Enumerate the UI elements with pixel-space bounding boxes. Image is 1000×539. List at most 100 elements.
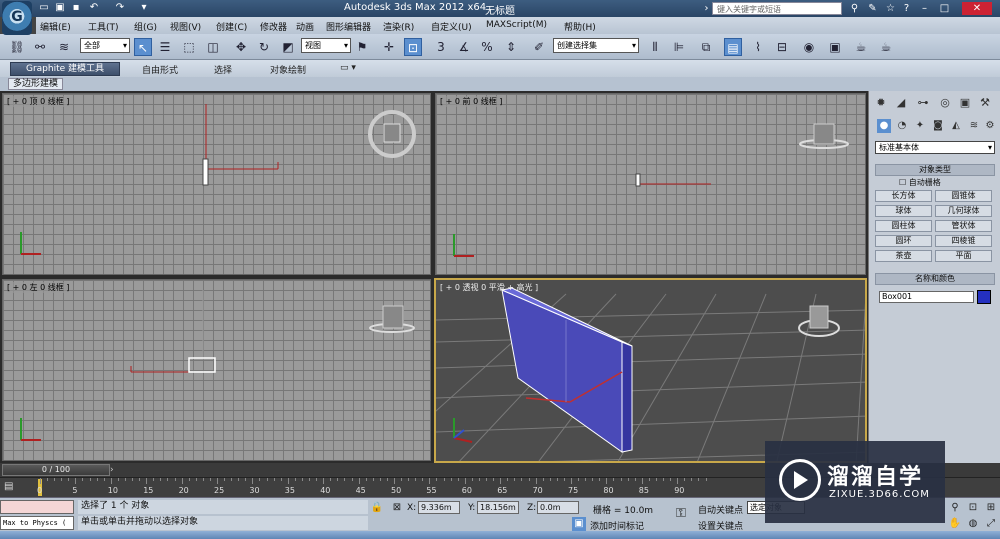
save-file-icon[interactable]: ▪: [70, 2, 82, 14]
viewport-perspective-label[interactable]: [ + 0 透视 0 平滑 + 高光 ]: [440, 282, 538, 293]
helpers-category-icon[interactable]: ◭: [949, 119, 963, 133]
maximize-icon[interactable]: □: [938, 2, 951, 15]
tab-selection[interactable]: 选择: [214, 63, 232, 76]
scale-icon[interactable]: ◩: [279, 38, 297, 56]
viewport-perspective[interactable]: [ + 0 透视 0 平滑 + 高光 ]: [434, 278, 867, 463]
object-type-rollout-header[interactable]: 对象类型: [875, 164, 995, 176]
create-tab-icon[interactable]: ✹: [873, 95, 889, 111]
viewport-left[interactable]: [ + 0 左 0 线框 ]: [2, 279, 431, 461]
material-editor-icon[interactable]: ◉: [800, 38, 818, 56]
display-tab-icon[interactable]: ▣: [957, 95, 973, 111]
link-icon[interactable]: ⛓: [8, 38, 26, 56]
box-button[interactable]: 长方体: [875, 190, 932, 202]
render-frame-icon[interactable]: ☕: [852, 38, 870, 56]
maxscript-listener-output[interactable]: [0, 500, 74, 514]
maximize-viewport-icon[interactable]: ⤢: [984, 517, 998, 531]
pyramid-button[interactable]: 四棱锥: [935, 235, 992, 247]
select-by-name-icon[interactable]: ☰: [156, 38, 174, 56]
viewport-left-label[interactable]: [ + 0 左 0 线框 ]: [7, 282, 70, 293]
maxscript-listener-input[interactable]: Max to Physcs (: [0, 516, 74, 530]
bind-space-warp-icon[interactable]: ≋: [55, 38, 73, 56]
open-file-icon[interactable]: ▣: [54, 2, 66, 14]
favorites-icon[interactable]: ☆: [884, 2, 897, 15]
mini-curve-editor-icon[interactable]: ▤: [4, 481, 18, 493]
rectangular-selection-icon[interactable]: ⬚: [180, 38, 198, 56]
pan-icon[interactable]: ✋: [948, 517, 962, 531]
render-setup-icon[interactable]: ▣: [826, 38, 844, 56]
auto-key-button[interactable]: 自动关键点: [698, 503, 743, 516]
motion-tab-icon[interactable]: ◎: [937, 95, 953, 111]
tab-object-paint[interactable]: 对象绘制: [270, 63, 306, 76]
systems-category-icon[interactable]: ⚙: [983, 119, 997, 133]
menu-graph-editors[interactable]: 图形编辑器: [326, 20, 371, 33]
teapot-button[interactable]: 茶壶: [875, 250, 932, 262]
tab-polygon-modeling[interactable]: 多边形建模: [8, 78, 64, 90]
new-file-icon[interactable]: ▭: [38, 2, 50, 14]
cone-button[interactable]: 圆锥体: [935, 190, 992, 202]
menu-view[interactable]: 视图(V): [170, 20, 201, 33]
unlink-icon[interactable]: ⚯: [31, 38, 49, 56]
menu-rendering[interactable]: 渲染(R): [383, 20, 414, 33]
select-manipulate-icon[interactable]: ✛: [380, 38, 398, 56]
selection-lock-icon[interactable]: 🔒: [370, 501, 384, 515]
next-frame-arrow-icon[interactable]: ›: [110, 464, 122, 476]
time-slider-thumb[interactable]: 0 / 100: [2, 464, 110, 476]
percent-snap-icon[interactable]: %: [478, 38, 496, 56]
binoculars-icon[interactable]: ⚲: [848, 2, 861, 15]
geosphere-button[interactable]: 几何球体: [935, 205, 992, 217]
primitive-category-dropdown[interactable]: 标准基本体: [875, 141, 995, 154]
tab-graphite-modeling[interactable]: Graphite 建模工具: [10, 62, 120, 76]
reference-coord-dropdown[interactable]: 视图: [301, 38, 351, 53]
time-tag-icon[interactable]: ▣: [572, 517, 586, 531]
curve-editor-icon[interactable]: ⌇: [749, 38, 767, 56]
cylinder-button[interactable]: 圆柱体: [875, 220, 932, 232]
layer-manager-icon[interactable]: ⧉: [697, 38, 715, 56]
menu-edit[interactable]: 编辑(E): [40, 20, 71, 33]
ribbon-options-icon[interactable]: ▭ ▾: [340, 63, 356, 73]
communication-center-icon[interactable]: ✎: [866, 2, 879, 15]
keyboard-shortcut-override-icon[interactable]: ⊡: [404, 38, 422, 56]
help-icon[interactable]: ?: [900, 2, 913, 15]
zoom-extents-icon[interactable]: ⊡: [966, 501, 980, 515]
graphite-toggle-icon[interactable]: ▤: [724, 38, 742, 56]
minimize-icon[interactable]: –: [918, 2, 931, 15]
menu-create[interactable]: 创建(C): [216, 20, 247, 33]
object-name-input[interactable]: Box001: [879, 291, 974, 303]
name-color-rollout-header[interactable]: 名称和颜色: [875, 273, 995, 285]
plane-button[interactable]: 平面: [935, 250, 992, 262]
menu-customize[interactable]: 自定义(U): [431, 20, 472, 33]
geometry-category-icon[interactable]: ●: [877, 119, 891, 133]
menu-tools[interactable]: 工具(T): [88, 20, 119, 33]
lights-category-icon[interactable]: ✦: [913, 119, 927, 133]
cameras-category-icon[interactable]: ◙: [931, 119, 945, 133]
menu-maxscript[interactable]: MAXScript(M): [486, 20, 547, 30]
render-production-icon[interactable]: ☕: [877, 38, 895, 56]
tab-freeform[interactable]: 自由形式: [142, 63, 178, 76]
redo-icon[interactable]: ↷: [114, 2, 126, 14]
viewport-top[interactable]: [ + 0 顶 0 线框 ]: [2, 93, 431, 275]
hierarchy-tab-icon[interactable]: ⊶: [915, 95, 931, 111]
snaps-toggle-icon[interactable]: 3: [432, 38, 450, 56]
menu-modifiers[interactable]: 修改器: [260, 20, 287, 33]
spinner-snap-icon[interactable]: ⇕: [502, 38, 520, 56]
schematic-view-icon[interactable]: ⊟: [773, 38, 791, 56]
torus-button[interactable]: 圆环: [875, 235, 932, 247]
zoom-extents-all-icon[interactable]: ⊞: [984, 501, 998, 515]
named-selection-dropdown[interactable]: 创建选择集: [553, 38, 639, 53]
utilities-tab-icon[interactable]: ⚒: [977, 95, 993, 111]
window-crossing-icon[interactable]: ◫: [204, 38, 222, 56]
tube-button[interactable]: 管状体: [935, 220, 992, 232]
viewport-front[interactable]: [ + 0 前 0 线框 ]: [435, 93, 866, 275]
rotate-icon[interactable]: ↻: [255, 38, 273, 56]
menu-group[interactable]: 组(G): [134, 20, 157, 33]
pivot-center-icon[interactable]: ⚑: [353, 38, 371, 56]
modify-tab-icon[interactable]: ◢: [893, 95, 909, 111]
z-coord-field[interactable]: 0.0m: [537, 501, 579, 514]
move-icon[interactable]: ✥: [232, 38, 250, 56]
menu-animation[interactable]: 动画: [296, 20, 314, 33]
absolute-mode-icon[interactable]: ⊠: [390, 501, 404, 515]
autogrid-checkbox[interactable]: ☐ 自动栅格: [899, 177, 941, 188]
y-coord-field[interactable]: 18.156m: [477, 501, 519, 514]
edit-named-selection-icon[interactable]: ✐: [530, 38, 548, 56]
viewport-front-label[interactable]: [ + 0 前 0 线框 ]: [440, 96, 503, 107]
